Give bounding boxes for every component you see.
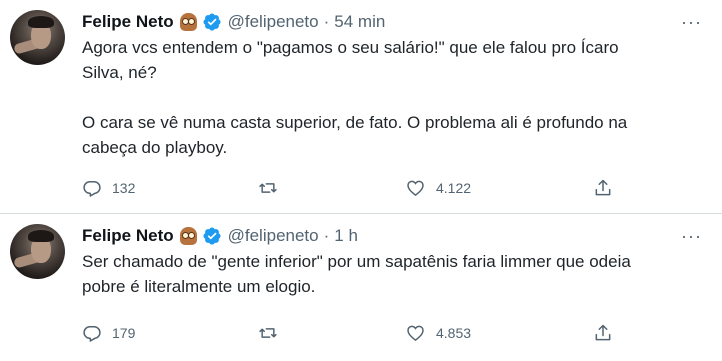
- retweet-button[interactable]: [257, 177, 289, 199]
- reply-count: 179: [112, 325, 136, 341]
- tweet-paragraph: Agora vcs entendem o "pagamos o seu salá…: [82, 38, 619, 82]
- reply-button[interactable]: 179: [82, 322, 135, 344]
- tweet-time[interactable]: 54 min: [334, 12, 385, 32]
- retweet-icon: [259, 328, 277, 338]
- owl-emoji-icon: [179, 227, 197, 245]
- separator-dot: ·: [323, 226, 330, 245]
- more-options-icon[interactable]: ···: [681, 12, 702, 33]
- heart-icon: [407, 325, 424, 341]
- like-count: 4.122: [436, 180, 472, 196]
- tweet-card[interactable]: Felipe Neto @felipeneto · 54 min ··· Ago…: [0, 0, 722, 214]
- share-button[interactable]: [593, 322, 613, 344]
- tweet-actions: 132 4.122: [82, 177, 622, 199]
- tweet-text: Agora vcs entendem o "pagamos o seu salá…: [82, 35, 687, 160]
- like-button[interactable]: 4.853: [405, 322, 471, 344]
- separator-dot: ·: [323, 12, 330, 31]
- tweet-text: Ser chamado de "gente inferior" por um s…: [82, 249, 687, 299]
- tweet-time[interactable]: 1 h: [334, 226, 358, 246]
- share-icon: [595, 324, 611, 341]
- reply-icon: [83, 326, 101, 342]
- share-button[interactable]: [593, 177, 613, 199]
- reply-count: 132: [112, 180, 136, 196]
- like-button[interactable]: 4.122: [405, 177, 471, 199]
- author-name[interactable]: Felipe Neto: [82, 226, 174, 246]
- retweet-button[interactable]: [257, 322, 289, 344]
- more-options-icon[interactable]: ···: [681, 226, 702, 247]
- retweet-icon: [259, 183, 277, 193]
- tweet-card[interactable]: Felipe Neto @felipeneto · 1 h ··· Ser ch…: [0, 214, 722, 361]
- author-name[interactable]: Felipe Neto: [82, 12, 174, 32]
- heart-icon: [407, 180, 424, 196]
- like-count: 4.853: [436, 325, 472, 341]
- verified-badge-icon: [202, 226, 222, 246]
- reply-button[interactable]: 132: [82, 177, 135, 199]
- verified-badge-icon: [202, 12, 222, 32]
- reply-icon: [83, 181, 101, 197]
- tweet-header: Felipe Neto @felipeneto · 54 min: [82, 10, 702, 34]
- share-icon: [595, 179, 611, 196]
- tweet-actions: 179 4.853: [82, 322, 622, 344]
- tweet-paragraph: O cara se vê numa casta superior, de fat…: [82, 113, 628, 157]
- author-handle[interactable]: @felipeneto: [228, 226, 319, 246]
- author-handle[interactable]: @felipeneto: [228, 12, 319, 32]
- owl-emoji-icon: [179, 13, 197, 31]
- tweet-paragraph: Ser chamado de "gente inferior" por um s…: [82, 252, 631, 296]
- avatar[interactable]: [10, 224, 65, 279]
- tweet-header: Felipe Neto @felipeneto · 1 h: [82, 224, 702, 248]
- avatar[interactable]: [10, 10, 65, 65]
